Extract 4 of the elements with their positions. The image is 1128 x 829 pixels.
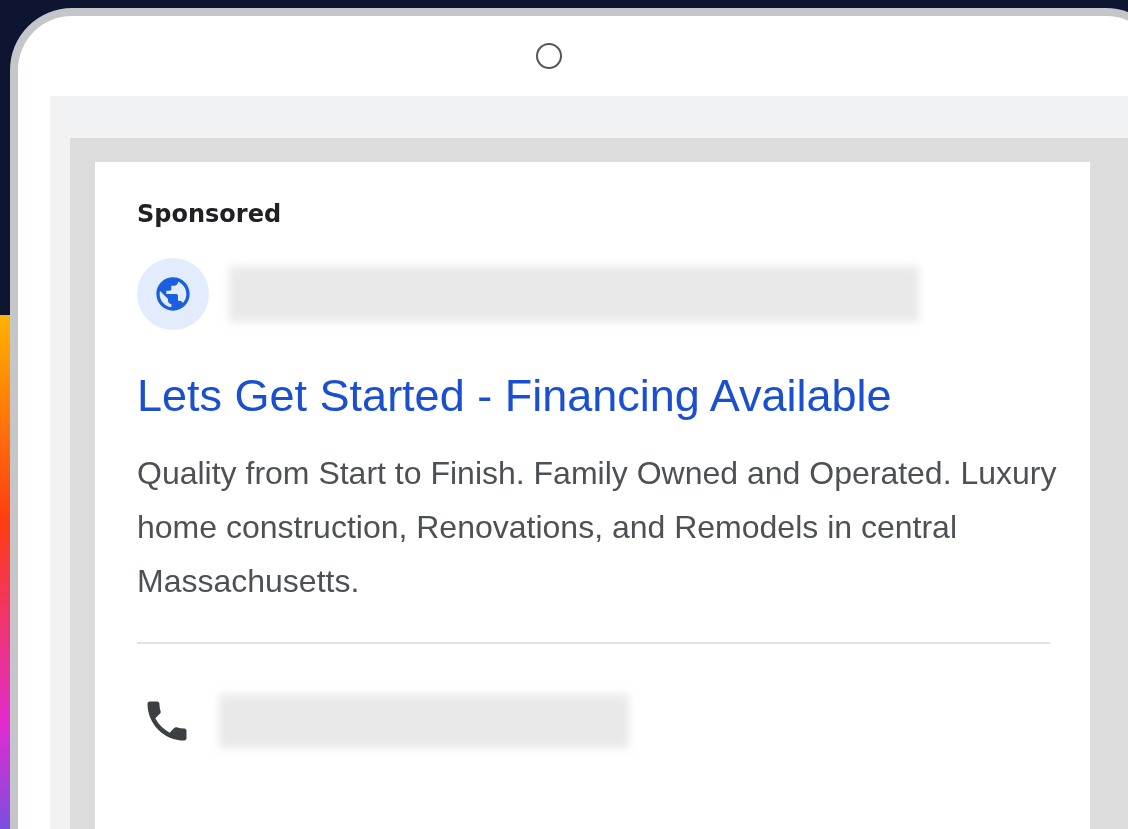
ad-headline[interactable]: Lets Get Started - Financing Available	[137, 370, 1090, 422]
camera-icon	[535, 42, 563, 70]
ad-description: Quality from Start to Finish. Family Owned and Operated. Luxury home construction, Renovations, and Remodels in central Massachusetts.	[137, 454, 1058, 601]
sponsored-label: Sponsored	[137, 200, 283, 228]
